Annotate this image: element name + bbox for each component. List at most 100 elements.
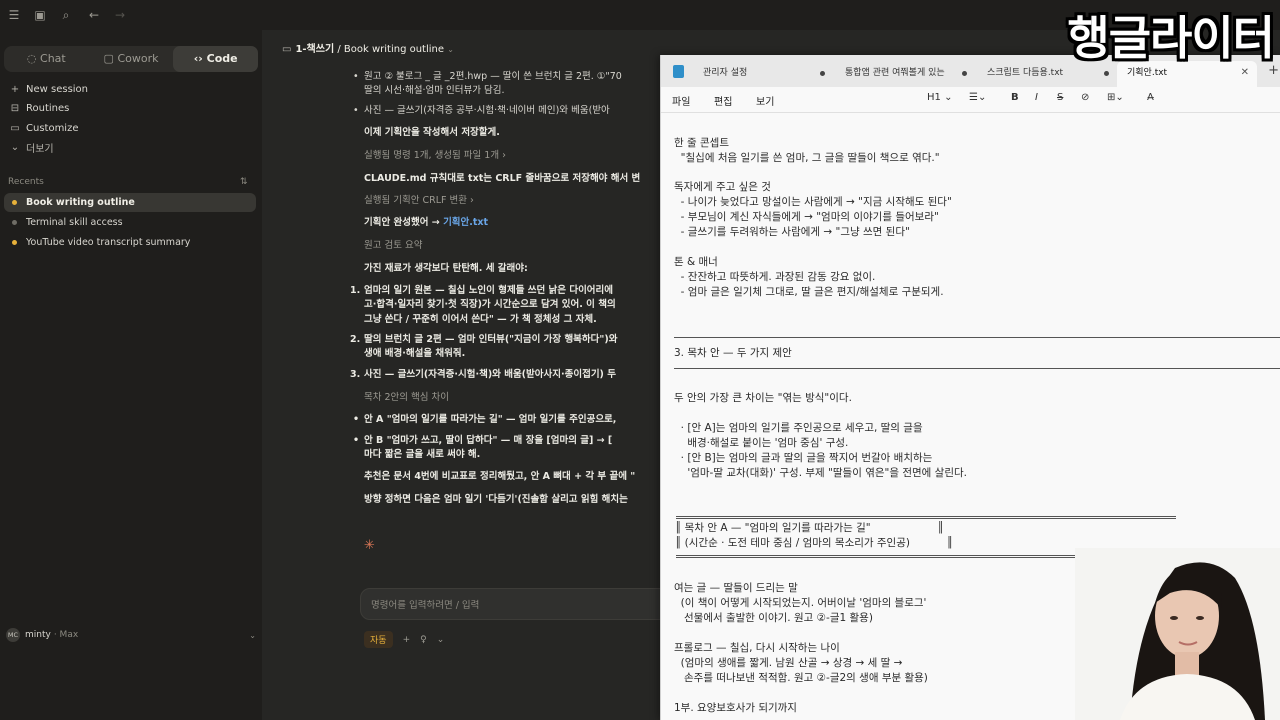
notepad-tab[interactable]: 관리자 설정 (693, 61, 831, 87)
message-line: 3. 사진 — 글쓰기(자격증·시험·책)와 배움(받아사지·종이접기) 두 (350, 369, 616, 380)
text-line: (엄마의 생애를 짧게. 남원 산골 → 상경 → 세 딸 → (674, 657, 903, 669)
filter-icon[interactable]: ⇅ (240, 177, 248, 187)
chat-panel: ▭1-책쓰기 / Book writing outline ⌄ 원고 ② 불로그… (262, 30, 662, 720)
tool-call-summary[interactable]: 실행됨 기획안 CRLF 변환 › (364, 194, 474, 208)
menu-icon[interactable]: ☰ (6, 7, 22, 23)
customize-button[interactable]: ▭ Customize (8, 119, 78, 137)
breadcrumb[interactable]: ▭ 1-책쓰기 / Book writing outline ⌄ (282, 40, 454, 55)
briefcase-icon: ▭ (10, 122, 20, 134)
plus-icon[interactable]: + (403, 635, 411, 645)
spellcheck-icon[interactable]: A̶ (1147, 92, 1154, 103)
divider (674, 337, 1280, 338)
recent-item[interactable]: Terminal skill access (4, 213, 256, 232)
sidebar: ◌ Chat ▢ Cowork ‹› Code + New session ⊟ Ro… (0, 30, 262, 720)
mode-chip[interactable]: 자동 (364, 631, 393, 648)
text-line: 1부. 요양보호사가 되기까지 (674, 702, 797, 714)
text-line: - 나이가 늦었다고 망설이는 사람에게 → "지금 시작해도 된다" (674, 196, 952, 208)
cowork-icon: ▢ (103, 52, 118, 65)
menu-file[interactable]: 파일 (672, 93, 690, 108)
chevron-down-icon[interactable]: ⌄ (437, 635, 445, 645)
text-line: ║ (시간순 · 도전 테마 중심 / 엄마의 목소리가 주인공) ║ (675, 537, 954, 549)
strikethrough-icon[interactable]: S (1057, 92, 1063, 103)
prompt-input[interactable]: 명령어를 입력하려면 / 입력 (360, 588, 662, 620)
message-line: 사진 — 글쓰기(자격증 공부·시험·책·네이버 메인)와 베움(받아 (353, 104, 610, 118)
mic-icon[interactable]: ♀ (420, 635, 427, 645)
session-title: Book writing outline (343, 44, 445, 55)
status-dot-icon (12, 240, 17, 245)
sidebar-toggle-icon[interactable]: ▣ (32, 7, 48, 23)
text-line: - 엄마 글은 일기체 그대로, 딸 글은 편지/해설체로 구분되게. (674, 286, 944, 298)
user-name: minty (25, 630, 51, 640)
new-session-button[interactable]: + New session (8, 80, 88, 98)
text-line: 두 안의 가장 큰 차이는 "엮는 방식"이다. (674, 392, 852, 404)
message-line: 2. 딸의 브런치 글 2편 — 엄마 인터뷰("지금이 가장 행복하다")와 (350, 334, 618, 345)
text-line: '엄마-딸 교차(대화)' 구성. 부제 "딸들이 엮은"을 전면에 살린다. (674, 467, 967, 479)
back-arrow-icon[interactable]: ← (86, 7, 102, 23)
section-label: 원고 검토 요약 (364, 240, 423, 251)
notepad-app-icon (673, 65, 684, 78)
text-line: - 부모님이 계신 자식들에게 → "엄마의 이야기를 들어보라" (674, 211, 939, 223)
notepad-menubar: 파일 편집 보기 H1 ⌄ ☰⌄ B I S ⊘ ⊞⌄ A̶ (661, 87, 1280, 113)
message-line: 방향 정하면 다음은 엄마 일기 '다듬기'(진솔함 살리고 읽힘 해치는 (364, 494, 628, 505)
search-icon[interactable]: ⌕ (58, 7, 74, 23)
more-button[interactable]: ⌄ 더보기 (8, 138, 54, 156)
text-line: - 글쓰기를 두려워하는 사람에게 → "그냥 쓰면 된다" (674, 226, 910, 238)
text-line: 독자에게 주고 싶은 것 (674, 181, 771, 193)
link-icon[interactable]: ⊘ (1081, 92, 1089, 103)
tool-call-summary[interactable]: 실행됨 명령 1개, 생성됨 파일 1개 › (364, 149, 506, 163)
status-dot-icon (12, 220, 17, 225)
message-line: CLAUDE.md 규칙대로 txt는 CRLF 줄바꿈으로 저장해야 해서 변 (364, 173, 641, 184)
text-line: "칠십에 처음 일기를 쓴 엄마, 그 글을 딸들이 책으로 엮다." (674, 152, 940, 164)
list-icon[interactable]: ☰⌄ (969, 92, 986, 103)
notepad-tab[interactable]: 통합앱 관련 여쭤볼게 있는 (835, 61, 973, 87)
message-line: 생애 배경·해설을 채워줘. (364, 348, 466, 359)
unsaved-dot-icon (1104, 71, 1109, 76)
text-line: 배경·해설로 붙이는 '엄마 중심' 구성. (674, 437, 849, 449)
webcam-overlay (1075, 548, 1280, 720)
chevron-down-icon: ⌄ (10, 141, 20, 153)
message-line: 기획안 완성했어 → 기획안.txt (364, 217, 489, 228)
laptop-icon: ▭ (282, 44, 292, 55)
text-line: 여는 글 — 딸들이 드리는 말 (674, 582, 798, 594)
unsaved-dot-icon (962, 71, 967, 76)
routines-button[interactable]: ⊟ Routines (8, 99, 70, 117)
menu-view[interactable]: 보기 (756, 93, 774, 108)
file-link[interactable]: 기획안.txt (443, 217, 488, 228)
avatar: MC (6, 628, 20, 642)
recent-item[interactable]: Book writing outline (4, 193, 256, 212)
menu-edit[interactable]: 편집 (714, 93, 732, 108)
unsaved-dot-icon (820, 71, 825, 76)
text-line: · [안 A]는 엄마의 일기를 주인공으로 세우고, 딸의 글을 (674, 422, 923, 434)
message-line: 가진 재료가 생각보다 탄탄해. 세 갈래야: (364, 263, 528, 274)
project-name: 1-책쓰기 (295, 44, 335, 55)
heading-select[interactable]: H1 ⌄ (927, 92, 952, 103)
user-plan: · Max (53, 630, 79, 640)
message-line: 원고 ② 불로그 _ 글 _2편.hwp — 딸이 쓴 브런치 글 2편. ①"… (353, 70, 622, 84)
table-icon[interactable]: ⊞⌄ (1107, 92, 1124, 103)
user-menu[interactable]: MC minty · Max ⌄ (6, 628, 256, 642)
text-line: 한 줄 콘셉트 (674, 137, 729, 149)
section-label: 목차 2안의 핵심 차이 (364, 392, 450, 403)
channel-watermark: 행글라이터 (1067, 11, 1275, 65)
bold-icon[interactable]: B (1011, 92, 1019, 103)
forward-arrow-icon[interactable]: → (112, 7, 128, 23)
italic-icon[interactable]: I (1035, 92, 1038, 103)
text-line: - 잔잔하고 따뜻하게. 과장된 감동 강요 없이. (674, 271, 876, 283)
message-line: 딸의 시선·해설·엄마 인터뷰가 담김. (364, 85, 505, 96)
presenter-video-icon (1075, 548, 1280, 720)
text-line: 톤 & 매너 (674, 256, 718, 268)
tab-chat[interactable]: ◌ Chat (4, 46, 89, 72)
text-line: 선물에서 출발한 이야기. 원고 ②-글1 활용) (674, 612, 873, 624)
text-line: ║ 목차 안 A — "엄마의 일기를 따라가는 길" ║ (675, 522, 944, 534)
plus-icon: + (10, 83, 20, 95)
recent-item[interactable]: YouTube video transcript summary (4, 233, 256, 252)
text-line: 프롤로그 — 칠십, 다시 시작하는 나이 (674, 642, 840, 654)
tab-code[interactable]: ‹› Code (173, 46, 259, 72)
message-line: 안 B "엄마가 쓰고, 딸이 답하다" — 매 장을 [엄마의 글] → [ (353, 434, 612, 448)
tab-cowork[interactable]: ▢ Cowork (89, 46, 174, 72)
chevron-down-icon: ⌄ (447, 45, 454, 54)
message-line: 고·합격·일자리 찾기·첫 직장)가 시간순으로 담겨 있어. 이 책의 (364, 299, 616, 310)
chat-icon: ◌ (26, 52, 41, 65)
input-toolbar: 자동 + ♀ ⌄ (364, 631, 444, 648)
chevron-down-icon: ⌄ (249, 630, 256, 640)
